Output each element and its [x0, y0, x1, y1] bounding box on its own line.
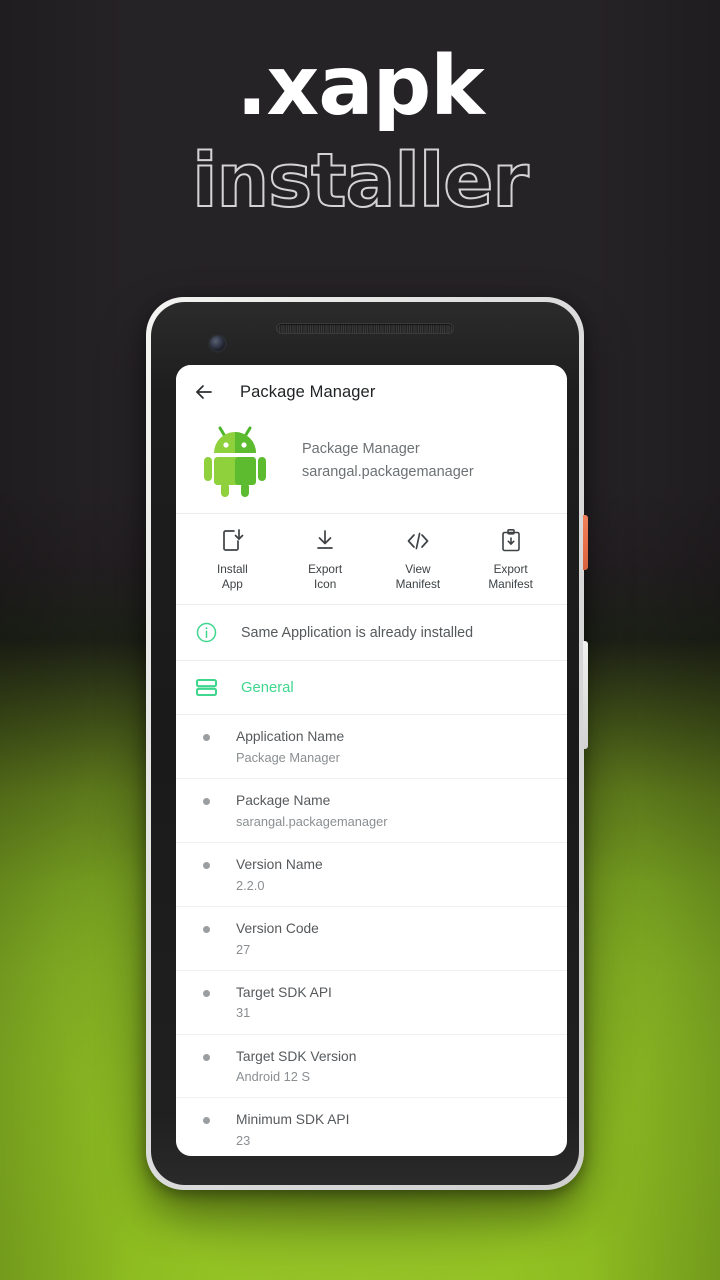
app-identity-text: Package Manager sarangal.packagemanager — [302, 438, 474, 485]
export-manifest-button[interactable]: Export Manifest — [464, 528, 557, 592]
info-banner-text: Same Application is already installed — [241, 624, 474, 641]
list-item[interactable]: Application Name Package Manager — [176, 715, 567, 780]
headline-block: .xapk installer — [0, 39, 720, 224]
list-item-label: Package Name — [236, 793, 331, 809]
clipboard-download-icon — [498, 528, 524, 554]
bullet-icon — [203, 861, 210, 869]
list-item-value: sarangal.packagemanager — [236, 813, 388, 829]
app-name: Package Manager — [302, 440, 420, 457]
bullet-icon — [203, 1053, 210, 1061]
earpiece-speaker — [276, 323, 454, 334]
list-item[interactable]: Minimum SDK API 23 — [176, 1098, 567, 1156]
list-item-texts: Target SDK API 31 — [236, 983, 332, 1023]
bullet-icon — [203, 734, 210, 742]
bullet-icon — [203, 925, 210, 933]
android-robot-icon — [204, 425, 266, 497]
phone-mockup: Package Manager Package Manager sarangal… — [146, 297, 584, 1190]
list-item-value: 23 — [236, 1133, 251, 1149]
headline-primary: .xapk — [236, 39, 485, 134]
list-item-label: Target SDK Version — [236, 1048, 357, 1064]
section-title: General — [241, 679, 294, 696]
info-circle-icon — [196, 622, 217, 643]
app-bar: Package Manager — [176, 365, 567, 419]
list-item[interactable]: Version Name 2.2.0 — [176, 843, 567, 907]
view-manifest-button[interactable]: View Manifest — [372, 528, 465, 592]
install-app-button[interactable]: Install App — [186, 528, 279, 592]
list-item-texts: Target SDK Version Android 12 S — [236, 1047, 356, 1087]
detail-list: Application Name Package Manager Package… — [176, 715, 567, 1156]
list-item-label: Application Name — [236, 729, 345, 745]
arrow-left-icon[interactable] — [192, 380, 216, 404]
app-identity-block: Package Manager sarangal.packagemanager — [176, 419, 567, 514]
list-item-label: Minimum SDK API — [236, 1112, 350, 1128]
list-item-texts: Package Name sarangal.packagemanager — [236, 791, 388, 831]
app-screen: Package Manager Package Manager sarangal… — [176, 365, 567, 1156]
bullet-icon — [203, 798, 210, 806]
bullet-icon — [203, 989, 210, 997]
list-item-texts: Version Code 27 — [236, 919, 319, 959]
list-item-value: Android 12 S — [236, 1069, 310, 1085]
list-item[interactable]: Target SDK Version Android 12 S — [176, 1035, 567, 1099]
list-item[interactable]: Version Code 27 — [176, 907, 567, 971]
list-item[interactable]: Target SDK API 31 — [176, 971, 567, 1035]
list-item[interactable]: Package Name sarangal.packagemanager — [176, 779, 567, 843]
page-title: Package Manager — [240, 382, 376, 401]
headline-secondary: installer — [191, 138, 530, 224]
list-item-value: 27 — [236, 941, 251, 957]
volume-rocker-button[interactable] — [583, 641, 588, 749]
code-brackets-icon — [405, 528, 431, 554]
action-row: Install App Export Icon View Manifest Ex… — [176, 514, 567, 606]
export-icon-button[interactable]: Export Icon — [279, 528, 372, 592]
phone-download-icon — [219, 528, 245, 554]
download-icon — [312, 528, 338, 554]
list-item-value: Package Manager — [236, 749, 340, 765]
list-item-value: 31 — [236, 1005, 251, 1021]
action-label: View Manifest — [395, 562, 441, 592]
power-button[interactable] — [583, 515, 588, 570]
info-banner: Same Application is already installed — [176, 605, 567, 662]
action-label: Export Icon — [308, 562, 343, 592]
list-item-label: Version Name — [236, 856, 323, 872]
list-item-label: Target SDK API — [236, 984, 332, 1000]
list-item-texts: Application Name Package Manager — [236, 727, 344, 767]
action-label: Install App — [216, 562, 248, 592]
bullet-icon — [203, 1117, 210, 1125]
front-camera-icon — [210, 336, 225, 351]
action-label: Export Manifest — [488, 562, 533, 592]
list-item-label: Version Code — [236, 920, 319, 936]
list-item-texts: Minimum SDK API 23 — [236, 1110, 349, 1150]
list-rows-icon — [195, 677, 218, 698]
section-header-general[interactable]: General — [176, 661, 567, 716]
phone-body: Package Manager Package Manager sarangal… — [151, 302, 579, 1185]
list-item-texts: Version Name 2.2.0 — [236, 855, 323, 895]
list-item-value: 2.2.0 — [236, 877, 265, 893]
app-package-name: sarangal.packagemanager — [302, 464, 474, 480]
